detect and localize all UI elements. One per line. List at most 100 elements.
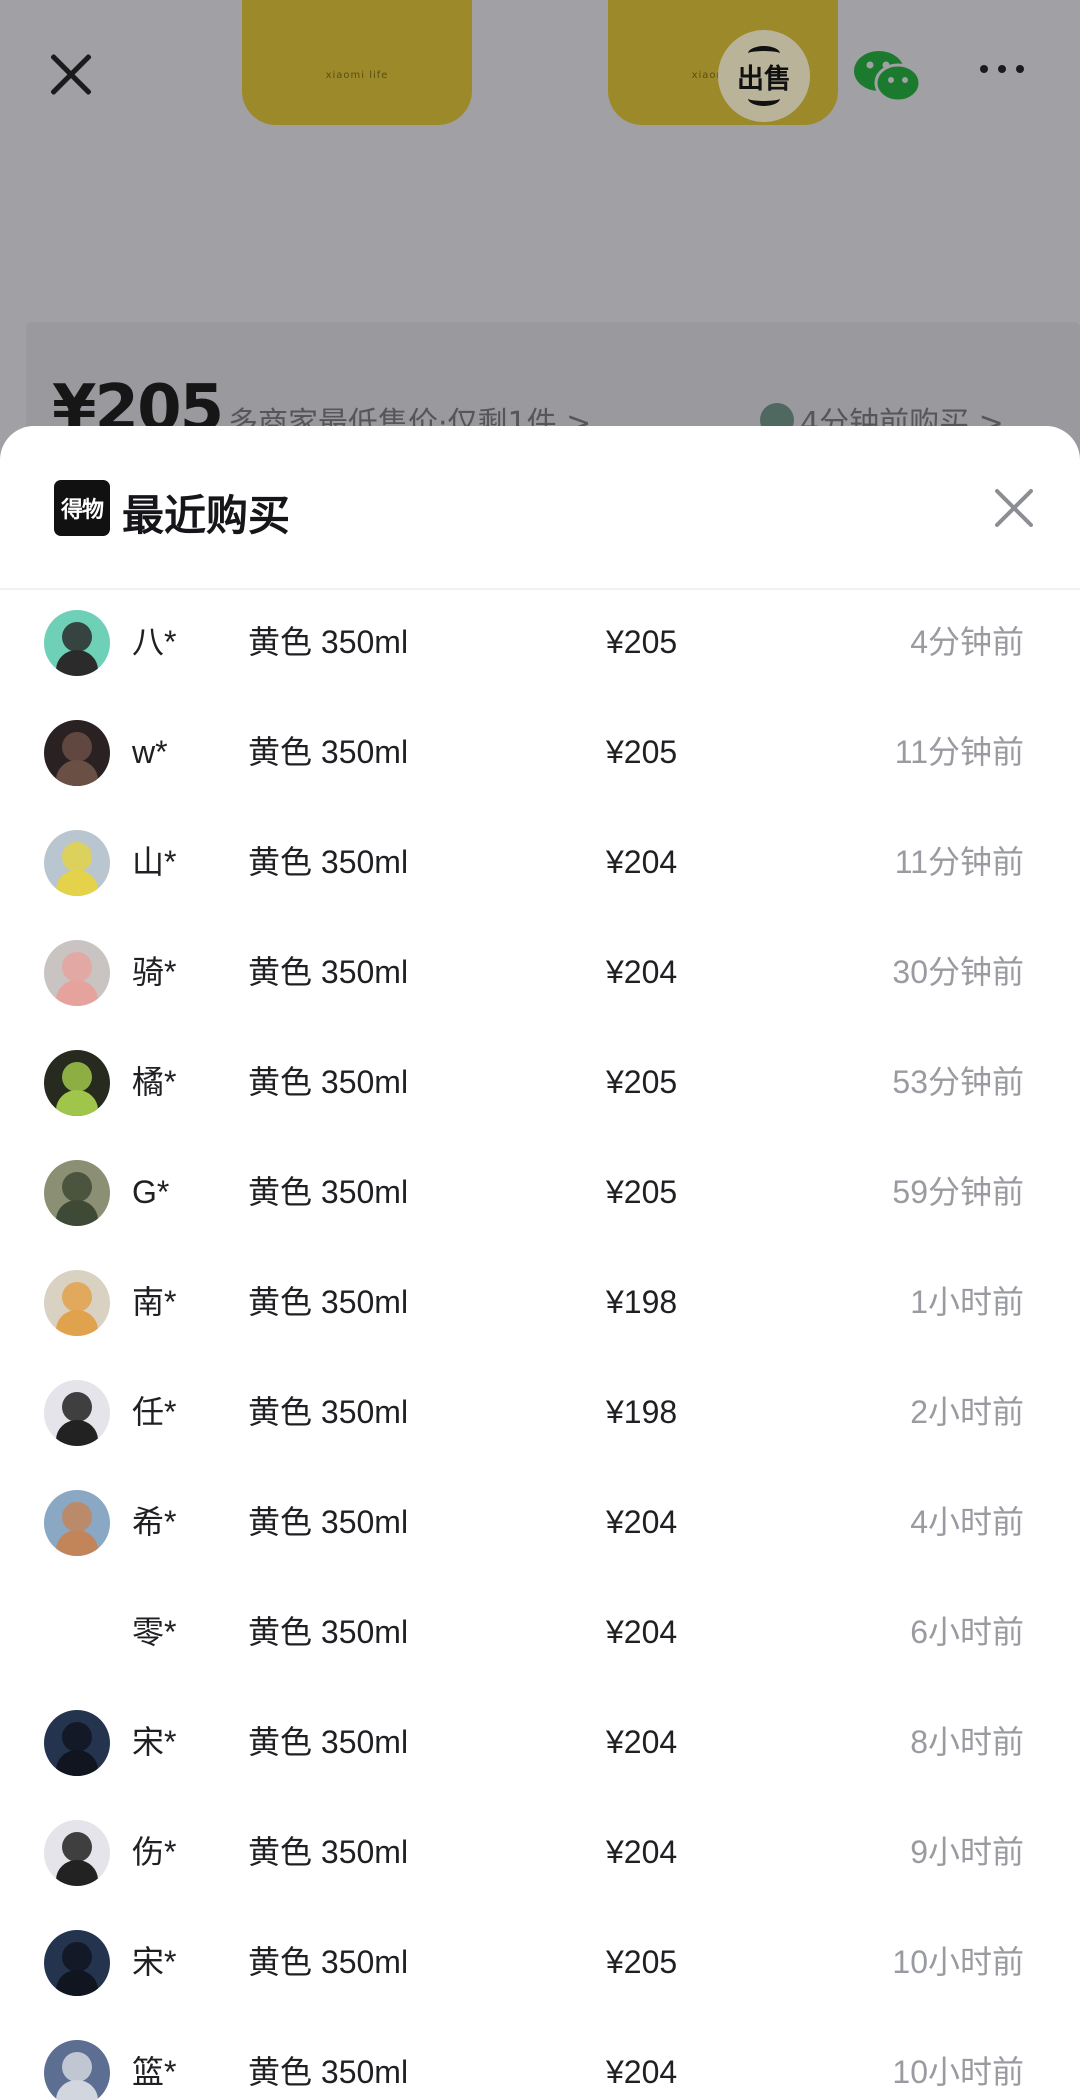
sell-arc-bottom-icon (748, 91, 780, 106)
product-spec: 黄色 350ml (248, 1504, 409, 1540)
buyer-name: 任* (132, 1394, 177, 1430)
purchase-price: ¥198 (606, 1284, 678, 1320)
purchase-row: 篮* 黄色 350ml ¥204 10小时前 (0, 2018, 1080, 2100)
product-spec: 黄色 350ml (248, 1174, 409, 1210)
purchase-row: 橘* 黄色 350ml ¥205 53分钟前 (0, 1028, 1080, 1138)
product-spec: 黄色 350ml (248, 1614, 409, 1650)
purchase-list: 八* 黄色 350ml ¥205 4分钟前 w* 黄色 350ml ¥205 11分钟前 山* 黄… (0, 588, 1080, 2100)
purchase-time: 59分钟前 (892, 1174, 1024, 1210)
product-image-cup: xiaomi life (242, 0, 472, 125)
page: xiaomi life xiaomi life 出售 ¥205 多商家最低售价·… (0, 0, 1080, 2100)
purchase-price: ¥205 (606, 1174, 678, 1210)
buyer-avatar (44, 830, 110, 896)
buyer-avatar (44, 940, 110, 1006)
purchase-row: 伤* 黄色 350ml ¥204 9小时前 (0, 1798, 1080, 1908)
buyer-name: 零* (132, 1614, 177, 1650)
purchase-row: 零* 黄色 350ml ¥204 6小时前 (0, 1578, 1080, 1688)
purchase-row: G* 黄色 350ml ¥205 59分钟前 (0, 1138, 1080, 1248)
buyer-avatar (44, 1820, 110, 1886)
buyer-avatar (44, 1380, 110, 1446)
purchase-time: 6小时前 (910, 1614, 1024, 1650)
recent-purchases-sheet: 得物 最近购买 八* 黄色 350ml ¥205 4分钟前 w* 黄色 350ml ¥205… (0, 426, 1080, 2100)
buyer-avatar (44, 1710, 110, 1776)
purchase-time: 4分钟前 (910, 624, 1024, 660)
purchase-row: 骑* 黄色 350ml ¥204 30分钟前 (0, 918, 1080, 1028)
purchase-time: 10小时前 (892, 1944, 1024, 1980)
buyer-name: 八* (132, 624, 177, 660)
purchase-row: 南* 黄色 350ml ¥198 1小时前 (0, 1248, 1080, 1358)
product-spec: 黄色 350ml (248, 1834, 409, 1870)
purchase-time: 11分钟前 (894, 734, 1024, 770)
buyer-name: 南* (132, 1284, 177, 1320)
sell-button-label: 出售 (737, 63, 791, 95)
sheet-title: 最近购买 (122, 491, 291, 540)
purchase-price: ¥204 (606, 1834, 678, 1870)
purchase-time: 53分钟前 (892, 1064, 1024, 1100)
purchase-time: 30分钟前 (892, 954, 1024, 990)
product-spec: 黄色 350ml (248, 1284, 409, 1320)
purchase-price: ¥204 (606, 1614, 678, 1650)
purchase-time: 4小时前 (910, 1504, 1024, 1540)
purchase-row: 宋* 黄色 350ml ¥205 10小时前 (0, 1908, 1080, 2018)
buyer-name: 篮* (132, 2054, 177, 2090)
purchase-price: ¥205 (606, 1064, 678, 1100)
product-spec: 黄色 350ml (248, 844, 409, 880)
dewu-logo-icon: 得物 (54, 480, 110, 536)
purchase-row: 山* 黄色 350ml ¥204 11分钟前 (0, 808, 1080, 918)
product-spec: 黄色 350ml (248, 2054, 409, 2090)
purchase-row: 任* 黄色 350ml ¥198 2小时前 (0, 1358, 1080, 1468)
purchase-row: 希* 黄色 350ml ¥204 4小时前 (0, 1468, 1080, 1578)
purchase-price: ¥205 (606, 734, 678, 770)
buyer-name: 伤* (132, 1834, 177, 1870)
sheet-close-icon[interactable] (992, 486, 1036, 530)
buyer-avatar (44, 1160, 110, 1226)
product-spec: 黄色 350ml (248, 734, 409, 770)
sell-arc-top-icon (748, 46, 780, 61)
product-spec: 黄色 350ml (248, 1064, 409, 1100)
purchase-price: ¥204 (606, 1504, 678, 1540)
buyer-avatar (44, 1490, 110, 1556)
buyer-name: 宋* (132, 1724, 177, 1760)
buyer-name: 橘* (132, 1064, 177, 1100)
purchase-row: 宋* 黄色 350ml ¥204 8小时前 (0, 1688, 1080, 1798)
buyer-avatar (44, 1270, 110, 1336)
buyer-avatar (44, 610, 110, 676)
sell-button[interactable]: 出售 (718, 30, 810, 122)
more-options-icon[interactable] (980, 58, 1036, 78)
purchase-time: 8小时前 (910, 1724, 1024, 1760)
purchase-time: 10小时前 (892, 2054, 1024, 2090)
purchase-price: ¥204 (606, 844, 678, 880)
product-spec: 黄色 350ml (248, 1394, 409, 1430)
close-icon[interactable] (40, 44, 102, 106)
product-spec: 黄色 350ml (248, 1724, 409, 1760)
purchase-price: ¥205 (606, 1944, 678, 1980)
buyer-avatar (44, 720, 110, 786)
buyer-name: 宋* (132, 1944, 177, 1980)
buyer-avatar (44, 1600, 110, 1666)
purchase-price: ¥204 (606, 954, 678, 990)
product-spec: 黄色 350ml (248, 624, 409, 660)
sheet-header: 得物 最近购买 (0, 426, 1080, 590)
buyer-avatar (44, 2040, 110, 2100)
purchase-row: w* 黄色 350ml ¥205 11分钟前 (0, 698, 1080, 808)
purchase-price: ¥204 (606, 2054, 678, 2090)
purchase-price: ¥205 (606, 624, 678, 660)
buyer-name: 骑* (132, 954, 177, 990)
buyer-avatar (44, 1050, 110, 1116)
purchase-time: 11分钟前 (894, 844, 1024, 880)
purchase-time: 1小时前 (910, 1284, 1024, 1320)
buyer-name: 山* (132, 844, 177, 880)
buyer-avatar (44, 1930, 110, 1996)
product-spec: 黄色 350ml (248, 1944, 409, 1980)
cup-brand-text: xiaomi life (325, 70, 389, 81)
product-spec: 黄色 350ml (248, 954, 409, 990)
buyer-name: G* (132, 1174, 170, 1210)
purchase-row: 八* 黄色 350ml ¥205 4分钟前 (0, 588, 1080, 698)
purchase-time: 2小时前 (910, 1394, 1024, 1430)
purchase-time: 9小时前 (910, 1834, 1024, 1870)
buyer-name: 希* (132, 1504, 177, 1540)
buyer-name: w* (132, 734, 168, 770)
wechat-share-icon[interactable] (852, 48, 922, 106)
purchase-price: ¥204 (606, 1724, 678, 1760)
purchase-price: ¥198 (606, 1394, 678, 1430)
